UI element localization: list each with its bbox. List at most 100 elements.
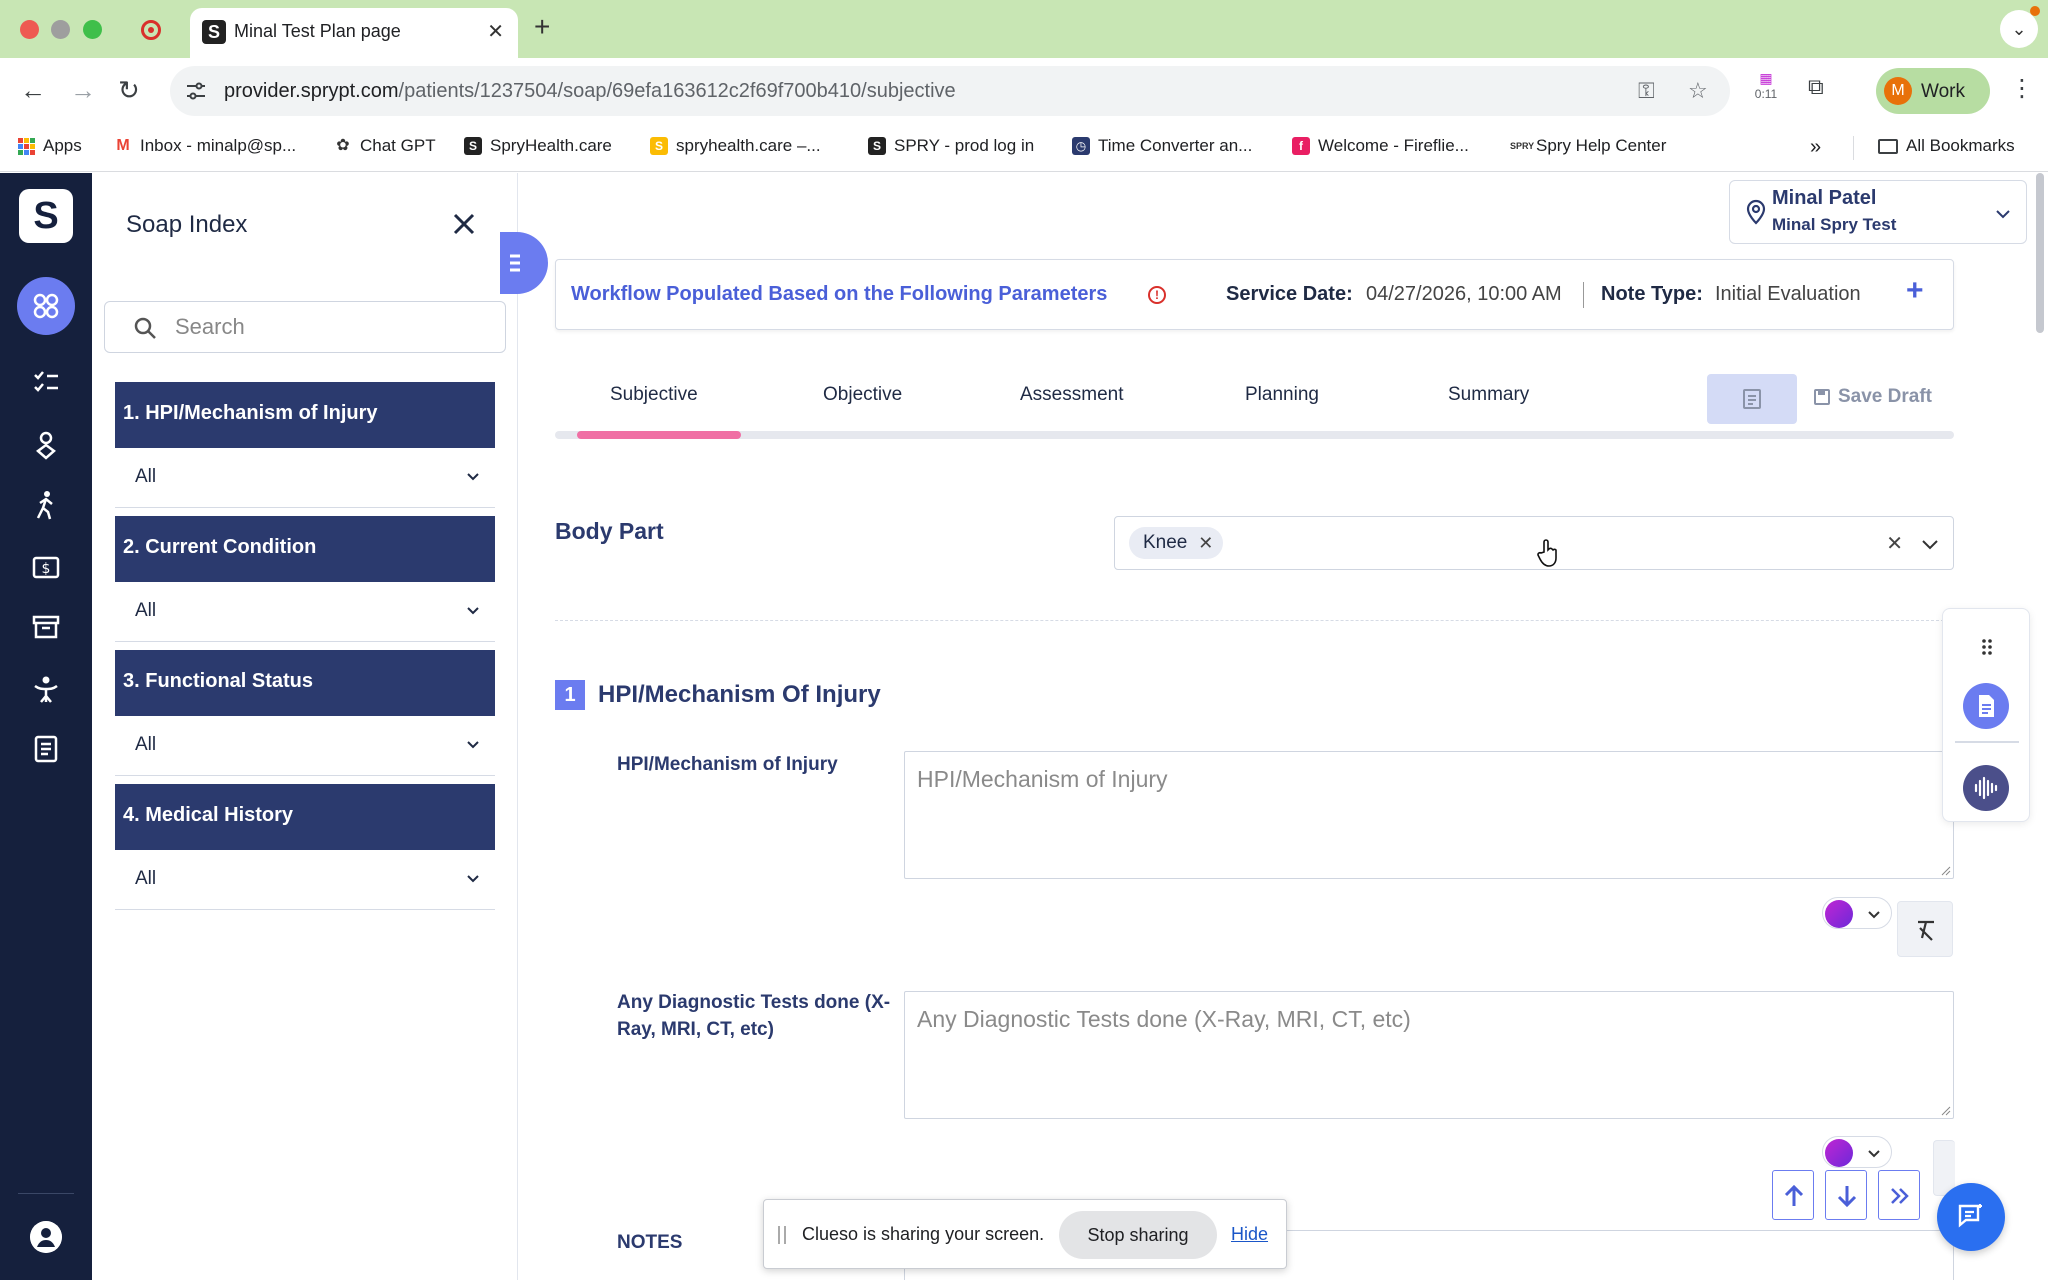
bookmark-inbox[interactable]: M Inbox - minalp@sp... [114,136,296,156]
soap-section-medical-history[interactable]: 4. Medical History [115,784,495,850]
forward-button[interactable]: → [70,74,96,106]
document-view-button[interactable] [1707,374,1797,424]
menu-icon [510,254,520,272]
password-key-icon[interactable]: ⚿ [1638,78,1655,104]
bookmark-apps[interactable]: Apps [18,136,82,156]
body-part-label: Body Part [555,518,664,544]
user-profile-icon[interactable] [30,1221,62,1253]
stop-sharing-button[interactable]: Stop sharing [1059,1211,1217,1259]
soap-filter-functional-status[interactable]: All [115,716,495,776]
document-icon[interactable] [30,733,62,765]
therapy-icon[interactable] [30,673,62,705]
location-pin-icon [1746,199,1766,225]
provider-location-selector[interactable]: Minal Patel Minal Spry Test [1729,180,2027,244]
notes-document-button[interactable] [1963,683,2009,729]
site-settings-icon[interactable] [184,79,208,103]
resize-handle-icon[interactable] [1941,1106,1951,1116]
apps-grid-icon [18,137,35,155]
clear-selection-icon[interactable]: ✕ [1886,531,1903,556]
exercise-icon[interactable] [30,489,62,521]
tab-summary[interactable]: Summary [1448,384,1529,406]
billing-icon[interactable]: $ [30,551,62,583]
soap-section-current-condition[interactable]: 2. Current Condition [115,516,495,582]
tab-objective[interactable]: Objective [823,384,902,406]
soap-section-hpi[interactable]: 1. HPI/Mechanism of Injury [115,382,495,448]
bookmark-spryhealth-doc[interactable]: S spryhealth.care –... [650,136,821,156]
hpi-field-label: HPI/Mechanism of Injury [617,754,838,775]
scroll-up-button[interactable] [1772,1170,1814,1220]
tab-assessment[interactable]: Assessment [1020,384,1123,406]
drag-handle-icon[interactable] [1977,637,1997,657]
resize-handle-icon[interactable] [1941,866,1951,876]
ai-sparkle-icon [1825,1139,1853,1167]
hpi-textarea[interactable] [905,752,1953,878]
bookmark-chatgpt[interactable]: ✿ Chat GPT [334,136,436,156]
extensions-puzzle-icon[interactable]: ⧉ [1808,74,1824,100]
arrow-up-icon [1784,1184,1804,1206]
dashboard-nav-active[interactable] [17,277,75,335]
more-bookmarks-icon[interactable]: » [1810,136,1821,159]
new-tab-button[interactable]: + [534,11,550,43]
page-scrollbar[interactable] [2036,173,2044,333]
body-part-select[interactable]: Knee ✕ ✕ [1114,516,1954,570]
bookmark-spryhealth[interactable]: S SpryHealth.care [464,136,612,156]
panel-collapse-toggle[interactable] [500,232,548,294]
back-button[interactable]: ← [20,74,46,106]
ai-assist-dropdown[interactable] [1822,897,1892,929]
browser-toolbar: ← → ↻ provider.sprypt.com/patients/12375… [0,58,2048,124]
soap-search-box[interactable] [104,301,506,353]
maximize-window-button[interactable] [83,20,102,39]
hide-notice-link[interactable]: Hide [1231,1224,1268,1245]
sidebar-divider [18,1193,74,1194]
browser-tab[interactable]: S Minal Test Plan page ✕ [190,8,518,58]
tab-planning[interactable]: Planning [1245,384,1319,406]
bookmark-fireflies[interactable]: f Welcome - Fireflie... [1292,136,1469,156]
minimize-window-button[interactable] [51,20,70,39]
bookmark-spry-prod[interactable]: S SPRY - prod log in [868,136,1034,156]
chevron-down-icon[interactable] [1921,535,1939,553]
save-draft-button[interactable]: Save Draft [1814,386,1932,408]
url-path: /patients/1237504/soap/69efa163612c2f69f… [398,80,956,102]
chevron-down-icon [467,607,479,615]
checklist-icon[interactable] [30,367,62,399]
profile-button[interactable]: M Work [1876,68,1990,114]
add-parameter-button[interactable]: + [1906,274,1924,308]
screen-share-notice: Clueso is sharing your screen. Stop shar… [763,1199,1287,1269]
address-bar[interactable]: provider.sprypt.com/patients/1237504/soa… [170,66,1730,116]
svg-text:$: $ [42,561,51,577]
patient-care-icon[interactable] [30,429,62,461]
clear-formatting-button[interactable] [1897,901,1953,957]
bookmark-help-center[interactable]: SPRY Spry Help Center [1510,136,1666,156]
search-input[interactable] [175,312,485,342]
ai-assist-dropdown[interactable] [1822,1136,1892,1168]
chevron-down-icon [467,875,479,883]
chip-remove-icon[interactable]: ✕ [1198,527,1213,559]
expand-all-button[interactable] [1878,1170,1920,1220]
extension-timer[interactable]: ▦ 0:11 [1752,70,1780,101]
browser-menu-icon[interactable]: ⋮ [2010,76,2034,102]
spry-logo[interactable]: S [19,189,73,243]
tab-close-icon[interactable]: ✕ [487,19,504,44]
url-text[interactable]: provider.sprypt.com/patients/1237504/soa… [224,80,956,103]
close-icon[interactable] [449,209,479,239]
bookmark-time-converter[interactable]: ◷ Time Converter an... [1072,136,1252,156]
scroll-down-button[interactable] [1825,1170,1867,1220]
diagnostic-textarea[interactable] [905,992,1953,1118]
close-window-button[interactable] [20,20,39,39]
voice-dictation-button[interactable] [1963,765,2009,811]
chip-label: Knee [1143,532,1188,553]
double-chevron-right-icon [1891,1188,1909,1204]
archive-icon[interactable] [30,611,62,643]
soap-filter-hpi[interactable]: All [115,448,495,508]
tab-subjective[interactable]: Subjective [610,384,698,406]
bookmark-all[interactable]: All Bookmarks [1878,136,2015,156]
chat-support-button[interactable] [1937,1183,2005,1251]
recording-icon[interactable] [141,20,161,40]
info-icon[interactable]: ! [1148,286,1166,304]
soap-section-functional-status[interactable]: 3. Functional Status [115,650,495,716]
soap-filter-current-condition[interactable]: All [115,582,495,642]
reload-button[interactable]: ↻ [118,74,140,106]
drag-handle-icon[interactable] [778,1226,786,1244]
bookmark-star-icon[interactable]: ☆ [1688,78,1708,104]
soap-filter-medical-history[interactable]: All [115,850,495,910]
